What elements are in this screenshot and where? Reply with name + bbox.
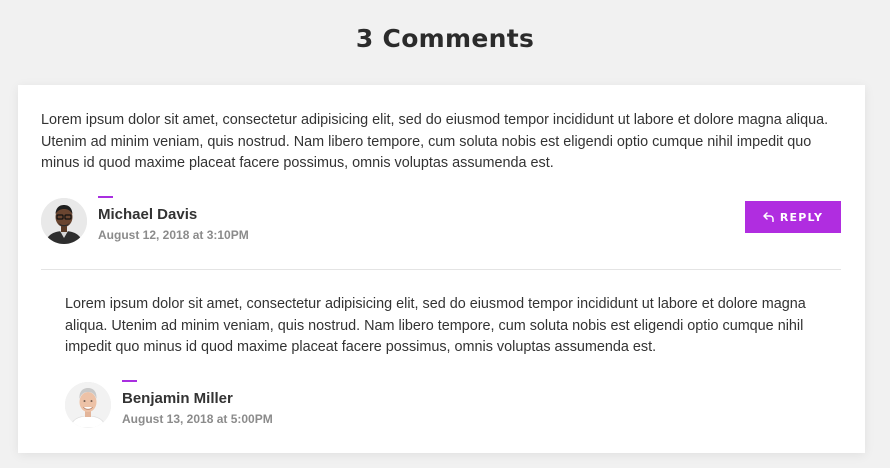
comment-divider (41, 269, 841, 270)
reply-comment-text: Lorem ipsum dolor sit amet, consectetur … (65, 296, 806, 355)
author-name: Michael Davis (98, 206, 198, 223)
comment-date: August 12, 2018 at 3:10PM (98, 228, 249, 242)
reply-button[interactable]: REPLY (745, 201, 841, 233)
avatar-image (41, 198, 87, 244)
comments-card: Lorem ipsum dolor sit amet, consectetur … (18, 85, 865, 453)
comment-text: Lorem ipsum dolor sit amet, consectetur … (41, 112, 829, 171)
avatar-image (65, 382, 111, 428)
reply-label: REPLY (779, 210, 824, 224)
comment-date: August 13, 2018 at 5:00PM (122, 412, 273, 426)
author-name: Benjamin Miller (122, 390, 233, 407)
author-accent-line (98, 196, 113, 198)
avatar-benjamin-miller (65, 382, 111, 428)
reply-arrow-icon (763, 212, 774, 222)
avatar-michael-davis (41, 198, 87, 244)
comments-heading: 3 Comments (355, 24, 535, 53)
author-accent-line (122, 380, 137, 382)
